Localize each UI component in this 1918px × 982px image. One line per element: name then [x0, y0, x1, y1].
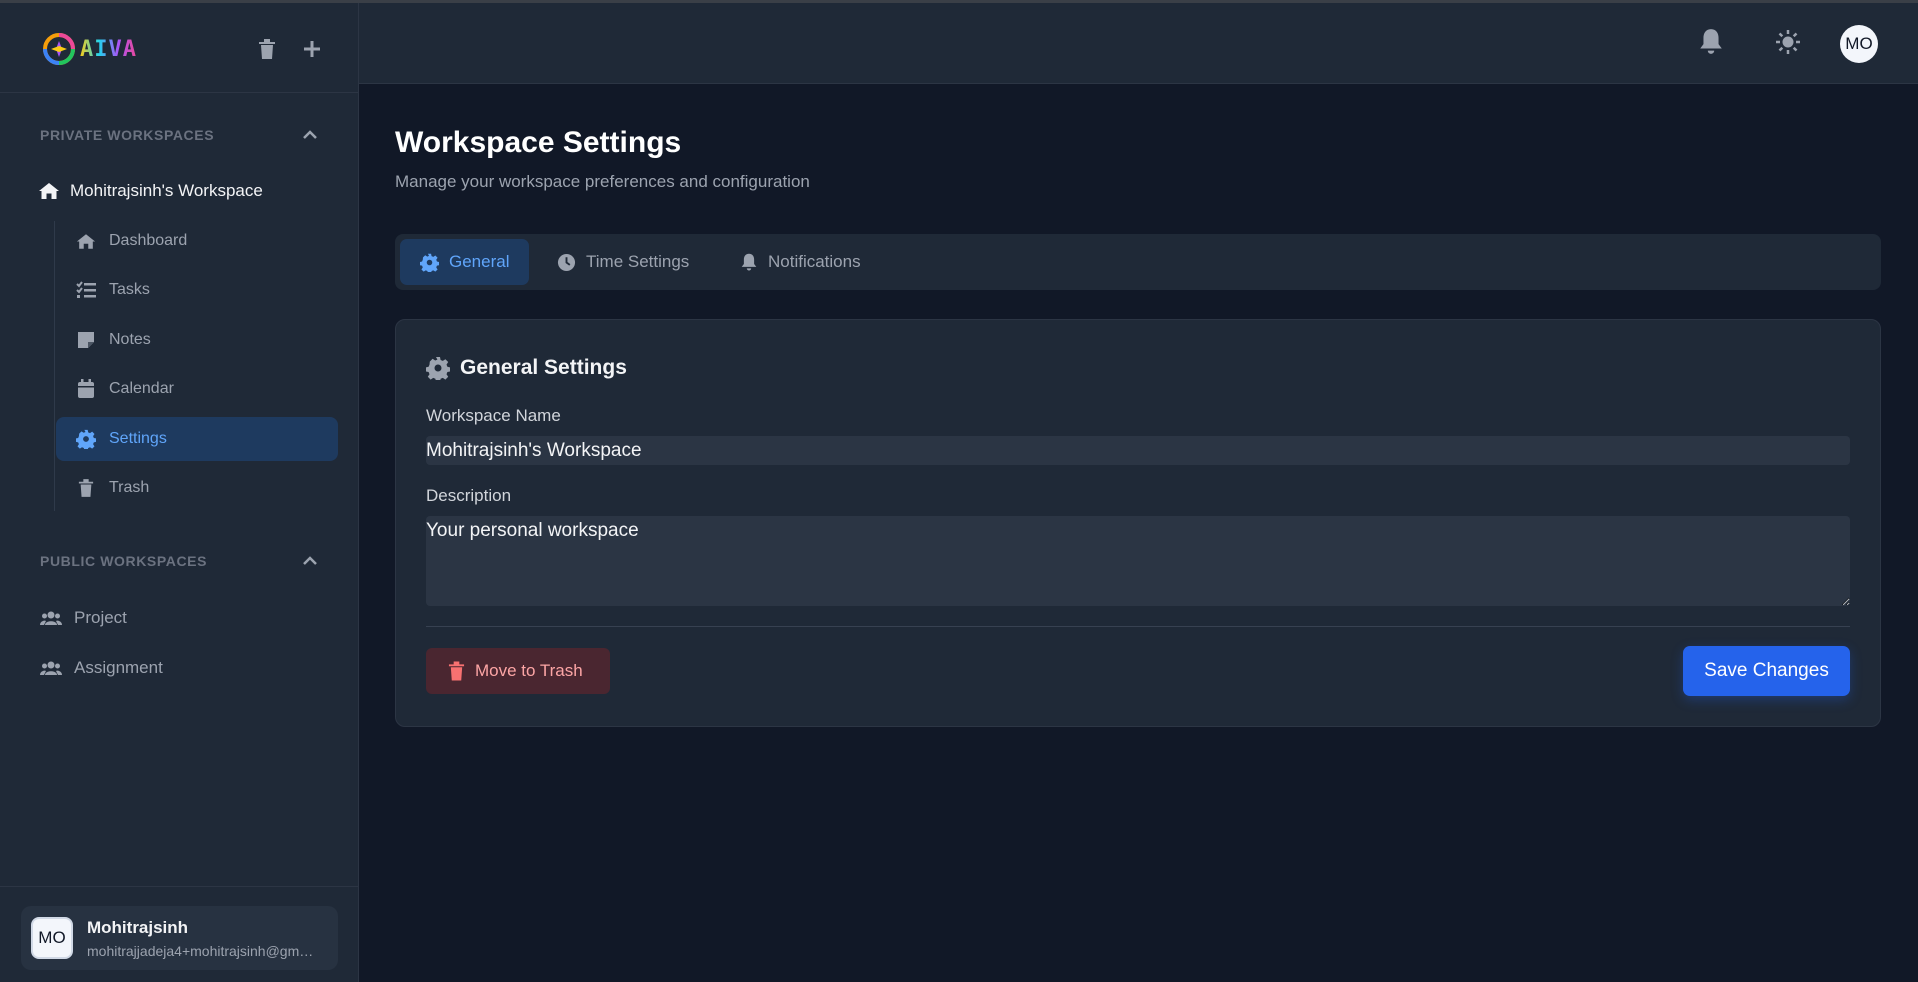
- window-top-border: [0, 0, 1918, 3]
- settings-tabs: General Time Settings Notifications: [395, 234, 1881, 290]
- move-to-trash-button[interactable]: Move to Trash: [426, 648, 610, 694]
- card-title: General Settings: [426, 356, 627, 380]
- sidebar-item-label: Tasks: [109, 281, 150, 298]
- tab-label: Notifications: [768, 252, 861, 271]
- logo-icon: [43, 33, 75, 65]
- gear-icon: [75, 429, 97, 449]
- gear-icon: [420, 253, 439, 272]
- sidebar: AIVA PRIVATE WORKSPACES Mohitrajsinh's W…: [0, 3, 359, 982]
- workspace-name-input[interactable]: [426, 436, 1850, 465]
- user-email: mohitrajjadeja4+mohitrajsinh@gmail.com: [87, 942, 317, 959]
- bell-icon: [741, 253, 757, 271]
- workspace-name-label: Workspace Name: [426, 406, 561, 425]
- home-icon: [39, 183, 59, 199]
- move-to-trash-label: Move to Trash: [475, 661, 583, 680]
- sidebar-footer: MO Mohitrajsinh mohitrajjadeja4+mohitraj…: [0, 886, 359, 982]
- plus-icon[interactable]: [300, 37, 324, 61]
- top-bar: MO: [359, 3, 1918, 84]
- gear-icon: [426, 357, 450, 380]
- logo-text: AIVA: [80, 36, 137, 62]
- user-profile-card[interactable]: MO Mohitrajsinh mohitrajjadeja4+mohitraj…: [21, 906, 338, 970]
- user-avatar-button[interactable]: MO: [1840, 25, 1878, 63]
- general-settings-card: General Settings Workspace Name Descript…: [395, 319, 1881, 727]
- calendar-icon: [75, 379, 97, 399]
- users-icon: [40, 661, 62, 675]
- card-title-text: General Settings: [460, 356, 627, 379]
- workspace-root-item[interactable]: Mohitrajsinh's Workspace: [38, 181, 263, 201]
- sidebar-item-settings[interactable]: Settings: [56, 417, 338, 461]
- chevron-up-icon[interactable]: [300, 125, 320, 145]
- save-changes-button[interactable]: Save Changes: [1683, 646, 1850, 696]
- users-icon: [40, 611, 62, 625]
- page-subtitle: Manage your workspace preferences and co…: [395, 172, 810, 191]
- page-title: Workspace Settings: [395, 126, 682, 159]
- sidebar-item-assignment[interactable]: Assignment: [40, 658, 163, 678]
- clock-icon: [557, 253, 576, 271]
- avatar: MO: [31, 917, 73, 959]
- trash-icon[interactable]: [255, 37, 279, 61]
- trash-icon: [75, 478, 97, 498]
- note-icon: [75, 331, 97, 349]
- chevron-up-icon[interactable]: [300, 551, 320, 571]
- sidebar-item-label: Dashboard: [109, 232, 188, 249]
- trash-icon: [448, 661, 465, 681]
- sidebar-item-label: Calendar: [109, 380, 174, 397]
- workspace-root-label: Mohitrajsinh's Workspace: [70, 181, 263, 200]
- tree-line: [54, 221, 55, 511]
- sidebar-header: AIVA: [0, 3, 358, 93]
- sun-icon[interactable]: [1771, 25, 1805, 59]
- sidebar-item-calendar[interactable]: Calendar: [56, 367, 338, 411]
- sidebar-item-trash[interactable]: Trash: [56, 466, 338, 510]
- sidebar-item-label: Notes: [109, 331, 151, 348]
- tab-general[interactable]: General: [400, 239, 530, 285]
- tasks-icon: [75, 281, 97, 299]
- description-textarea[interactable]: Your personal workspace: [426, 516, 1850, 606]
- sidebar-item-label: Trash: [109, 479, 150, 496]
- sidebar-item-dashboard[interactable]: Dashboard: [56, 219, 338, 263]
- tab-label: Time Settings: [586, 252, 690, 271]
- user-info: Mohitrajsinh mohitrajjadeja4+mohitrajsin…: [87, 918, 317, 959]
- sidebar-item-label: Assignment: [74, 658, 163, 677]
- tab-time-settings[interactable]: Time Settings: [537, 239, 709, 285]
- sidebar-item-tasks[interactable]: Tasks: [56, 268, 338, 312]
- divider: [426, 626, 1850, 627]
- description-label: Description: [426, 486, 512, 505]
- sidebar-item-label: Project: [74, 608, 127, 627]
- user-name: Mohitrajsinh: [87, 917, 189, 937]
- home-icon: [75, 233, 97, 250]
- public-workspaces-title: PUBLIC WORKSPACES: [40, 553, 208, 569]
- app-logo[interactable]: AIVA: [42, 32, 137, 66]
- sidebar-item-project[interactable]: Project: [40, 608, 127, 628]
- private-workspaces-title: PRIVATE WORKSPACES: [40, 127, 215, 143]
- sidebar-item-label: Settings: [109, 430, 167, 447]
- sidebar-item-notes[interactable]: Notes: [56, 318, 338, 362]
- tab-label: General: [449, 252, 510, 271]
- bell-icon[interactable]: [1694, 25, 1728, 59]
- tab-notifications[interactable]: Notifications: [720, 239, 881, 285]
